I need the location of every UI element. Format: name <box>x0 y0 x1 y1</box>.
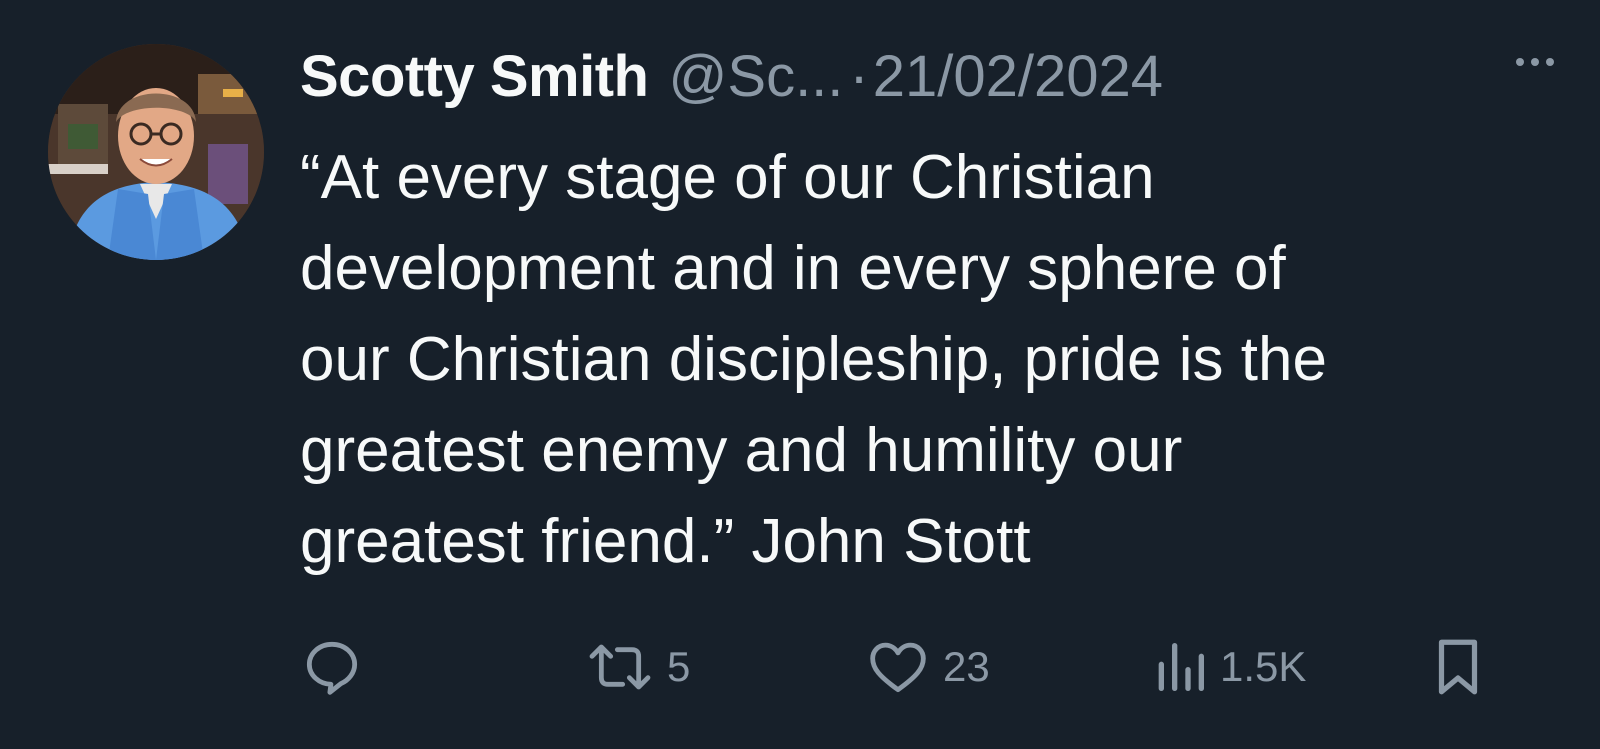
like-count: 23 <box>943 643 990 690</box>
views-count: 1.5K <box>1220 643 1307 690</box>
bookmark-button[interactable] <box>1430 632 1486 702</box>
more-options-icon[interactable] <box>1516 58 1554 66</box>
reply-icon <box>300 635 364 699</box>
like-button[interactable]: 23 <box>865 632 990 702</box>
tweet-date[interactable]: 21/02/2024 <box>873 43 1163 110</box>
views-button[interactable]: 1.5K <box>1152 632 1306 702</box>
views-icon <box>1152 635 1208 699</box>
tweet-actions: 5 23 1.5K <box>300 632 1500 702</box>
tweet-text-line: greatest friend.” John Stott <box>300 507 1031 576</box>
tweet-header: Scotty Smith @Sc... · 21/02/2024 <box>300 36 1560 116</box>
tweet-text-line: “At every stage of our Christian <box>300 143 1155 212</box>
tweet-text: “At every stage of our Christian develop… <box>300 132 1560 587</box>
tweet-text-line: development and in every sphere of <box>300 234 1286 303</box>
retweet-button[interactable]: 5 <box>585 632 690 702</box>
bookmark-icon <box>1430 634 1486 700</box>
header-separator: · <box>849 43 869 109</box>
avatar[interactable] <box>48 44 264 260</box>
heart-icon <box>865 635 931 699</box>
tweet-text-line: greatest enemy and humility our <box>300 416 1183 485</box>
tweet-text-line: our Christian discipleship, pride is the <box>300 325 1327 394</box>
retweet-icon <box>585 635 655 699</box>
retweet-count: 5 <box>667 643 691 690</box>
author-handle[interactable]: @Sc... <box>669 43 844 110</box>
author-name[interactable]: Scotty Smith <box>300 43 649 110</box>
tweet-card[interactable]: Scotty Smith @Sc... · 21/02/2024 “At eve… <box>0 0 1600 749</box>
reply-button[interactable] <box>300 632 364 702</box>
